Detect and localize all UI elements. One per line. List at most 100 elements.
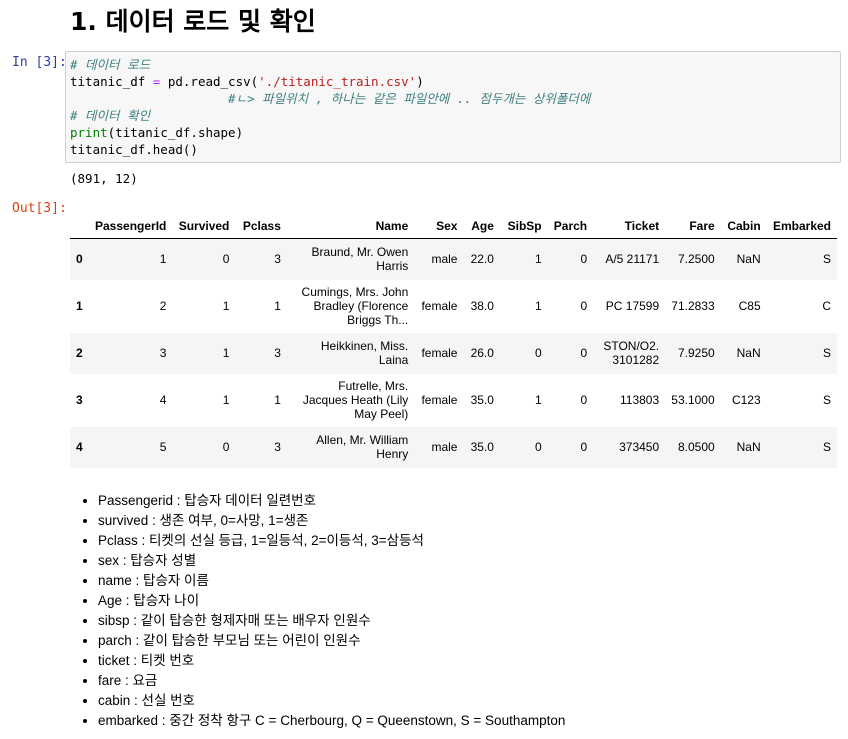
table-cell: NaN xyxy=(736,440,761,454)
table-cell: 3 xyxy=(274,440,281,454)
code-close: ) xyxy=(416,74,424,89)
table-cell: male xyxy=(431,440,458,454)
table-cell: 2 xyxy=(159,299,167,313)
table-cell: C85 xyxy=(738,299,761,313)
list-item: Passengerid : 탑승자 데이터 일련번호 xyxy=(98,491,565,511)
list-item: Pclass : 티켓의 선실 등급, 1=일등석, 2=이등석, 3=삼등석 xyxy=(98,531,565,551)
list-item: survived : 생존 여부, 0=사망, 1=생존 xyxy=(98,511,565,531)
table-cell: 1 xyxy=(159,252,167,267)
table-cell: 35.0 xyxy=(470,440,494,454)
table-cell: 1 xyxy=(222,346,230,360)
column-header: Name xyxy=(286,214,415,239)
row-index: 4 xyxy=(76,440,83,454)
table-cell: 1 xyxy=(534,393,542,407)
list-item: sex : 탑승자 성별 xyxy=(98,551,565,571)
table-cell: 22.0 xyxy=(470,252,494,267)
row-index: 3 xyxy=(76,393,83,407)
table-cell: NaN xyxy=(736,252,761,267)
column-header: Fare xyxy=(665,214,721,239)
list-item: embarked : 중간 정착 항구 C = Cherbourg, Q = Q… xyxy=(98,711,565,731)
table-cell-name: Cumings, Mrs. John Bradley (Florence Bri… xyxy=(287,280,414,333)
table-cell: 1 xyxy=(274,393,281,407)
table-row: 0 1 0 3 Braund, Mr. Owen Harris male 22.… xyxy=(70,238,837,280)
column-description-list: Passengerid : 탑승자 데이터 일련번호 survived : 생존… xyxy=(80,491,565,731)
table-cell: 1 xyxy=(222,393,230,407)
table-cell-name: Futrelle, Mrs. Jacques Heath (Lily May P… xyxy=(287,374,414,427)
code-var: titanic_df xyxy=(70,74,146,89)
code-operator: = xyxy=(145,74,168,89)
table-cell: 26.0 xyxy=(470,346,494,360)
table-cell: 373450 xyxy=(619,440,660,454)
table-row: 4 5 0 3 Allen, Mr. William Henry male 35… xyxy=(70,426,837,468)
code-string: './titanic_train.csv' xyxy=(258,74,417,89)
table-header-row: PassengerId Survived Pclass Name Sex Age… xyxy=(70,214,837,239)
row-index: 1 xyxy=(76,299,83,313)
column-header: Pclass xyxy=(235,214,287,239)
code-head: titanic_df.head() xyxy=(70,142,198,157)
table-cell: 0 xyxy=(580,393,588,407)
code-comment-load: # 데이터 로드 xyxy=(70,57,151,72)
table-cell: 7.2500 xyxy=(677,252,715,267)
name-text: Braund, Mr. Owen Harris xyxy=(311,245,409,274)
table-cell: 0 xyxy=(580,440,588,454)
table-cell: 8.0500 xyxy=(677,440,715,454)
code-comment-check: # 데이터 확인 xyxy=(70,108,151,123)
table-cell: S xyxy=(822,393,831,407)
table-cell: 0 xyxy=(222,252,230,267)
table-cell: NaN xyxy=(736,346,761,360)
table-cell: 1 xyxy=(274,299,281,313)
column-header: Survived xyxy=(172,214,236,239)
list-item: Age : 탑승자 나이 xyxy=(98,591,565,611)
list-item: ticket : 티켓 번호 xyxy=(98,651,565,671)
code-cell[interactable]: # 데이터 로드 titanic_df = pd.read_csv('./tit… xyxy=(65,51,841,163)
table-cell-ticket: STON/O2. 3101282 xyxy=(593,333,665,374)
table-cell: 3 xyxy=(274,346,281,360)
table-cell: 38.0 xyxy=(470,299,494,313)
column-header-index xyxy=(70,214,89,239)
table-cell: PC 17599 xyxy=(605,299,660,313)
name-text: Futrelle, Mrs. Jacques Heath (Lily May P… xyxy=(302,379,409,421)
section-heading: 1. 데이터 로드 및 확인 xyxy=(70,7,316,36)
column-header: Embarked xyxy=(766,214,837,239)
table-row: 1 2 1 1 Cumings, Mrs. John Bradley (Flor… xyxy=(70,280,837,333)
code-comment-path: #ㄴ> 파일위치 , 하나는 같은 파일안에 .. 점두개는 상위폴더에 xyxy=(228,91,591,106)
table-cell: 5 xyxy=(159,440,167,454)
list-item: sibsp : 같이 탑승한 형제자매 또는 배우자 인원수 xyxy=(98,611,565,631)
shape-output: (891, 12) xyxy=(70,171,138,186)
table-cell: male xyxy=(431,252,458,267)
row-index: 0 xyxy=(76,252,83,267)
table-cell: 0 xyxy=(580,346,588,360)
table-cell: female xyxy=(421,346,458,360)
column-header: Parch xyxy=(547,214,594,239)
table-cell: 0 xyxy=(534,440,542,454)
column-header: SibSp xyxy=(499,214,548,239)
dataframe-table: PassengerId Survived Pclass Name Sex Age… xyxy=(70,214,837,468)
table-cell: A/5 21171 xyxy=(605,252,660,267)
table-cell: 35.0 xyxy=(470,393,494,407)
list-item: name : 탑승자 이름 xyxy=(98,571,565,591)
code-editor[interactable]: # 데이터 로드 titanic_df = pd.read_csv('./tit… xyxy=(70,56,590,158)
input-prompt: In [3]: xyxy=(12,55,67,70)
table-cell: S xyxy=(822,440,831,454)
output-prompt: Out[3]: xyxy=(12,201,67,216)
column-header: Ticket xyxy=(593,214,666,239)
code-print-args: (titanic_df.shape) xyxy=(107,125,244,140)
code-call: pd.read_csv( xyxy=(167,74,259,89)
table-cell: C xyxy=(822,299,831,313)
list-item: fare : 요금 xyxy=(98,671,565,691)
ticket-text: STON/O2. 3101282 xyxy=(603,339,660,367)
name-text: Heikkinen, Miss. Laina xyxy=(320,339,409,367)
column-header: PassengerId xyxy=(89,214,173,239)
table-cell: 0 xyxy=(222,440,230,454)
name-text: Allen, Mr. William Henry xyxy=(316,433,409,461)
table-cell: female xyxy=(421,393,458,407)
row-index: 2 xyxy=(76,346,83,360)
table-cell: female xyxy=(421,299,458,313)
table-cell-name: Allen, Mr. William Henry xyxy=(287,427,414,468)
table-cell: C123 xyxy=(731,393,761,407)
table-row: 2 3 1 3 Heikkinen, Miss. Laina female 26… xyxy=(70,332,837,374)
column-header: Sex xyxy=(414,214,464,239)
name-text: Cumings, Mrs. John Bradley (Florence Bri… xyxy=(301,285,409,327)
table-cell: 53.1000 xyxy=(671,393,715,407)
table-cell: 3 xyxy=(274,252,281,267)
